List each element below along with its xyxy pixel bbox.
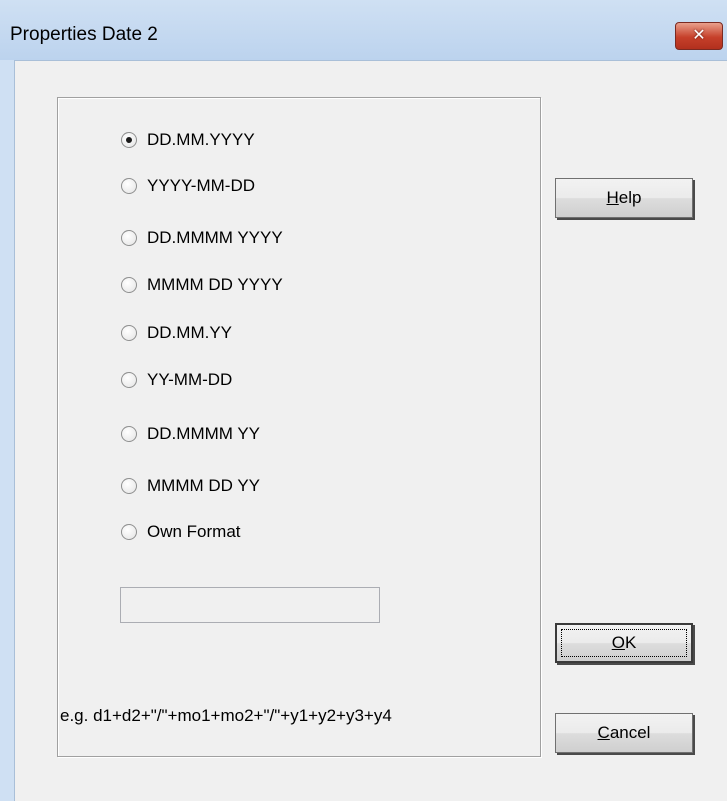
window-title: Properties Date 2 bbox=[10, 24, 158, 45]
radio-button[interactable] bbox=[121, 132, 137, 148]
help-button[interactable]: Help bbox=[555, 178, 693, 218]
radio-button[interactable] bbox=[121, 325, 137, 341]
radio-mmmm-dd-yy[interactable]: MMMM DD YY bbox=[121, 474, 260, 498]
radio-label: Own Format bbox=[147, 522, 241, 541]
close-icon: ✕ bbox=[692, 27, 706, 44]
radio-button[interactable] bbox=[121, 524, 137, 540]
close-button[interactable]: ✕ bbox=[675, 22, 723, 50]
dialog-window: Properties Date 2 ✕ DD.MM.YYYY YYYY-MM-D… bbox=[0, 0, 727, 801]
radio-label: DD.MM.YYYY bbox=[147, 130, 255, 149]
radio-label: MMMM DD YY bbox=[147, 476, 261, 495]
focus-rectangle bbox=[561, 629, 687, 657]
radio-mmmm-dd-yyyy[interactable]: MMMM DD YYYY bbox=[121, 273, 283, 297]
window-frame-left bbox=[0, 60, 15, 801]
radio-label: MMMM DD YYYY bbox=[147, 275, 283, 294]
radio-label: DD.MM.YY bbox=[147, 323, 232, 342]
radio-button[interactable] bbox=[121, 478, 137, 494]
radio-button[interactable] bbox=[121, 372, 137, 388]
radio-button[interactable] bbox=[121, 178, 137, 194]
cancel-button-label: Cancel bbox=[597, 723, 651, 742]
radio-label: DD.MMMM YY bbox=[147, 424, 261, 443]
cancel-button[interactable]: Cancel bbox=[555, 713, 693, 753]
radio-button[interactable] bbox=[121, 230, 137, 246]
radio-dd-mm-yyyy[interactable]: DD.MM.YYYY bbox=[121, 128, 255, 152]
radio-dd-mmmm-yyyy[interactable]: DD.MMMM YYYY bbox=[121, 226, 283, 250]
radio-dd-mmmm-yy[interactable]: DD.MMMM YY bbox=[121, 422, 260, 446]
radio-button[interactable] bbox=[121, 426, 137, 442]
help-button-label: Help bbox=[606, 188, 642, 207]
radio-own-format[interactable]: Own Format bbox=[121, 520, 241, 544]
radio-label: YY-MM-DD bbox=[147, 370, 233, 389]
format-hint: e.g. d1+d2+"/"+mo1+mo2+"/"+y1+y2+y3+y4 bbox=[60, 706, 392, 725]
ok-button[interactable]: OK bbox=[555, 623, 693, 663]
radio-dd-mm-yy[interactable]: DD.MM.YY bbox=[121, 321, 232, 345]
radio-yy-mm-dd[interactable]: YY-MM-DD bbox=[121, 368, 232, 392]
radio-button[interactable] bbox=[121, 277, 137, 293]
own-format-input[interactable] bbox=[120, 587, 380, 623]
radio-label: YYYY-MM-DD bbox=[147, 176, 255, 195]
radio-label: DD.MMMM YYYY bbox=[147, 228, 283, 247]
title-bar[interactable]: Properties Date 2 ✕ bbox=[0, 0, 727, 61]
radio-yyyy-mm-dd[interactable]: YYYY-MM-DD bbox=[121, 174, 255, 198]
